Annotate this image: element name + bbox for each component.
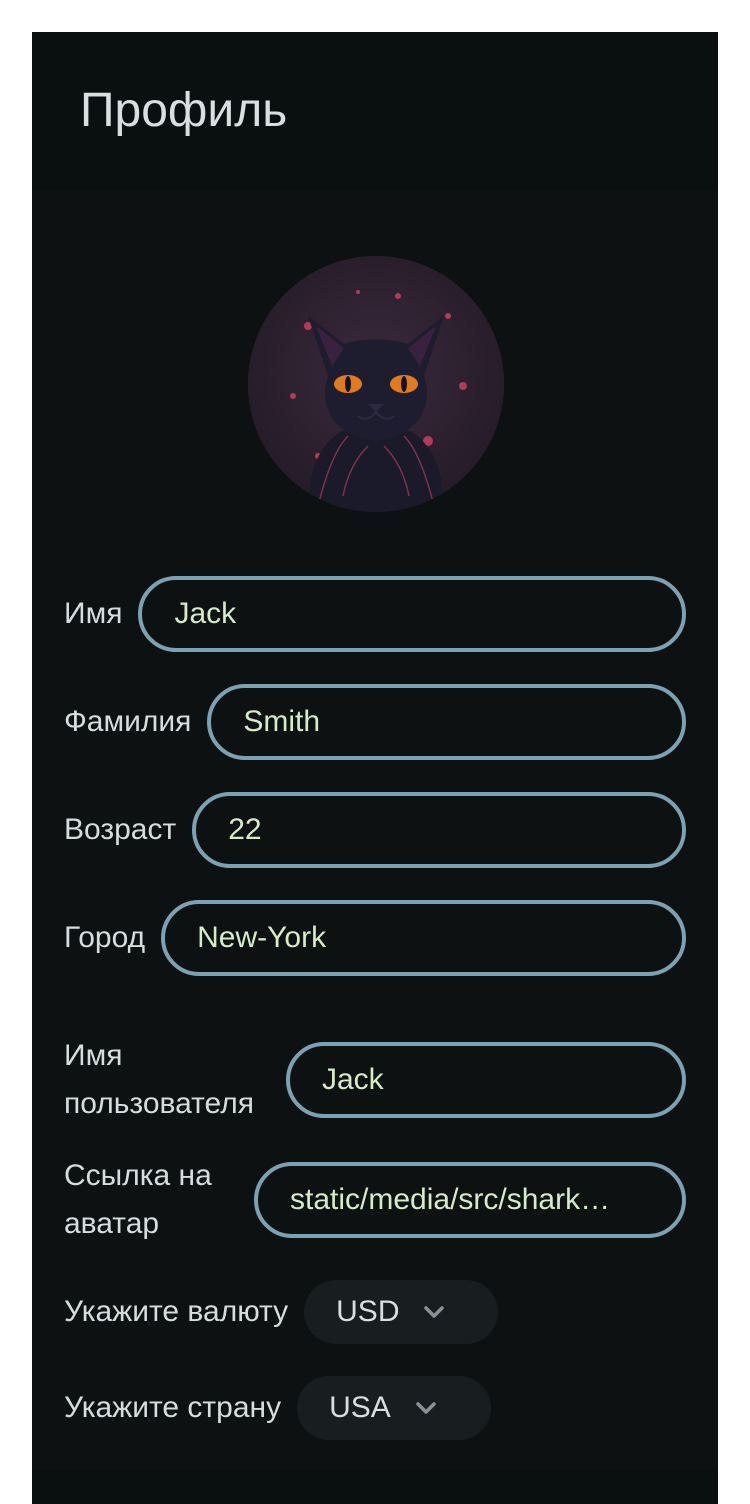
country-label: Укажите страну bbox=[64, 1391, 282, 1424]
age-value: 22 bbox=[228, 813, 262, 846]
currency-label: Укажите валюту bbox=[64, 1295, 289, 1328]
chevron-down-icon bbox=[421, 1299, 447, 1325]
age-row: Возраст 22 bbox=[64, 792, 686, 868]
first-name-value: Jack bbox=[174, 597, 237, 630]
country-selected: USA bbox=[329, 1391, 391, 1424]
last-name-label: Фамилия bbox=[64, 705, 192, 738]
chevron-down-icon bbox=[413, 1395, 439, 1421]
last-name-input[interactable]: Smith bbox=[207, 684, 686, 760]
card-footer bbox=[32, 1470, 718, 1504]
first-name-input[interactable]: Jack bbox=[138, 576, 686, 652]
page-title: Профиль bbox=[80, 84, 288, 137]
city-label: Город bbox=[64, 921, 146, 954]
avatar-link-value: static/media/src/shark… bbox=[290, 1183, 611, 1216]
city-input[interactable]: New-York bbox=[161, 900, 686, 976]
first-name-label: Имя bbox=[64, 597, 123, 630]
city-value: New-York bbox=[197, 921, 327, 954]
username-row: Имя пользователя Jack bbox=[64, 1032, 686, 1128]
avatar-link-label: Ссылка на аватар bbox=[64, 1159, 212, 1240]
card-header: Профиль bbox=[32, 32, 718, 190]
last-name-row: Фамилия Smith bbox=[64, 684, 686, 760]
profile-card: Профиль Имя Jack Фамилия Smith Возраст 2… bbox=[32, 32, 718, 1504]
avatar-link-input[interactable]: static/media/src/shark… bbox=[254, 1162, 686, 1238]
currency-selected: USD bbox=[336, 1295, 400, 1328]
username-input[interactable]: Jack bbox=[286, 1042, 686, 1118]
city-row: Город New-York bbox=[64, 900, 686, 976]
currency-row: Укажите валюту USD bbox=[64, 1280, 686, 1344]
avatar bbox=[248, 256, 504, 512]
first-name-row: Имя Jack bbox=[64, 576, 686, 652]
username-label: Имя пользователя bbox=[64, 1039, 254, 1120]
last-name-value: Smith bbox=[243, 705, 321, 738]
username-value: Jack bbox=[322, 1063, 384, 1096]
country-select[interactable]: USA bbox=[297, 1376, 492, 1440]
age-input[interactable]: 22 bbox=[192, 792, 686, 868]
cat-avatar-icon bbox=[248, 256, 504, 512]
age-label: Возраст bbox=[64, 813, 177, 846]
avatar-link-row: Ссылка на аватар static/media/src/shark… bbox=[64, 1152, 686, 1248]
currency-select[interactable]: USD bbox=[304, 1280, 499, 1344]
country-row: Укажите страну USA bbox=[64, 1376, 686, 1440]
